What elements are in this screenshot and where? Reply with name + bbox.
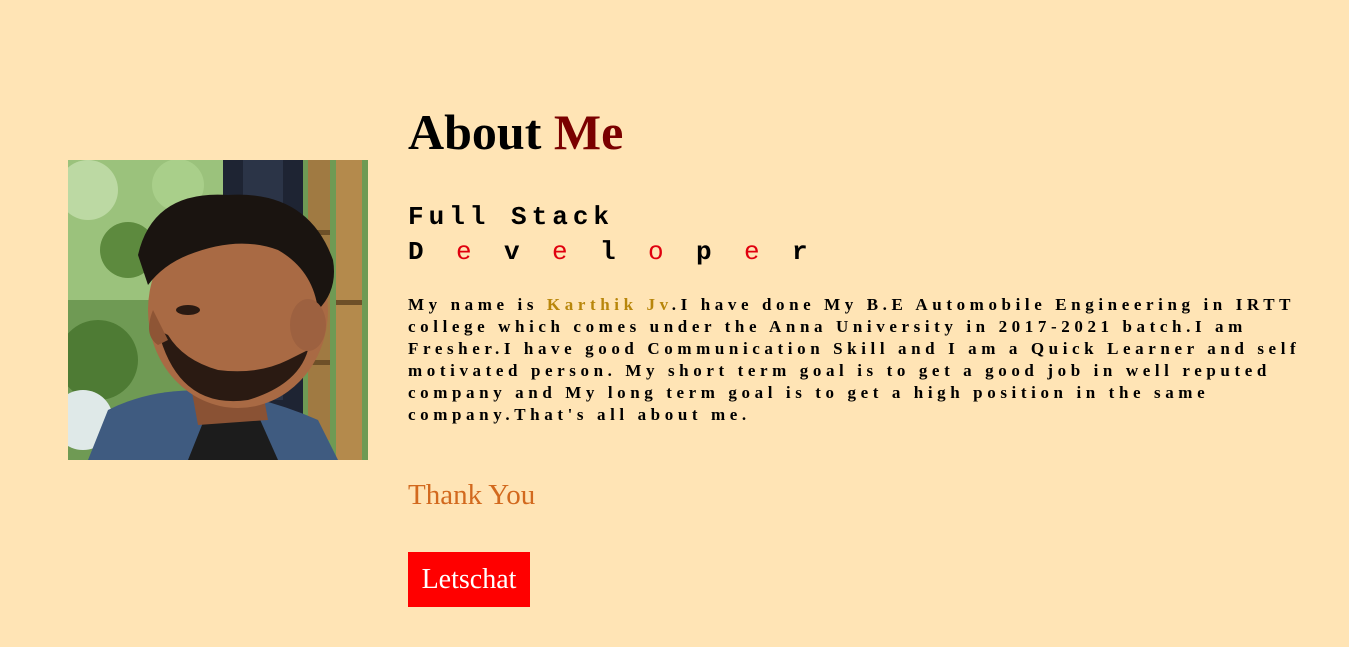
- developer-letter: r: [792, 237, 813, 267]
- developer-letter: e: [744, 237, 765, 267]
- job-title: Full Stack Developer: [408, 200, 840, 270]
- job-title-line2: Developer: [408, 235, 840, 270]
- letschat-button[interactable]: Letschat: [408, 552, 530, 607]
- job-title-line1: Full Stack: [408, 202, 615, 232]
- developer-letter: D: [408, 237, 429, 267]
- page-title: About Me: [408, 104, 623, 160]
- thank-you-text: Thank You: [408, 479, 536, 511]
- developer-letter: o: [648, 237, 669, 267]
- title-me: Me: [553, 104, 624, 160]
- developer-letter: e: [552, 237, 573, 267]
- bio-intro: My name is: [408, 295, 547, 314]
- title-about: About: [408, 104, 542, 160]
- developer-letter: p: [696, 237, 717, 267]
- developer-letter: e: [456, 237, 477, 267]
- bio-rest: .I have done My B.E Automobile Engineeri…: [408, 295, 1301, 424]
- developer-letter: l: [600, 237, 621, 267]
- profile-photo: [68, 160, 368, 460]
- about-section: About Me Full Stack Developer My name is…: [0, 0, 1349, 647]
- developer-letter: v: [504, 237, 525, 267]
- bio-paragraph: My name is Karthik Jv.I have done My B.E…: [408, 294, 1343, 426]
- bio-name: Karthik Jv: [546, 295, 672, 314]
